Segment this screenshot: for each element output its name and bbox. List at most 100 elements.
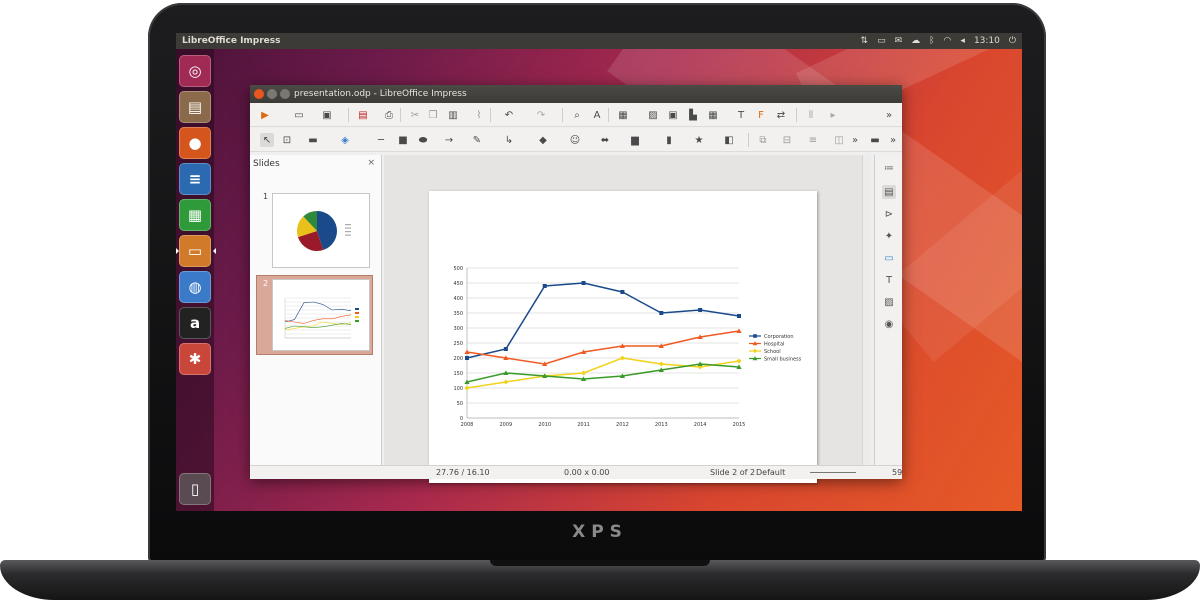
clock[interactable]: 13:10 (974, 33, 1000, 49)
fontwork-icon[interactable]: F (754, 108, 768, 122)
impress-icon[interactable]: ▭ (176, 235, 216, 267)
insert-chart-icon[interactable]: ▙ (686, 108, 700, 122)
amazon-icon[interactable]: a (179, 307, 211, 339)
properties-icon[interactable]: ≔ (882, 161, 896, 175)
wifi-icon[interactable]: ◠ (944, 33, 952, 49)
stars-icon[interactable]: ★ (692, 133, 706, 147)
slide-show-icon[interactable]: ▸ (826, 108, 840, 122)
interaction-icon[interactable]: ⦀ (804, 108, 818, 122)
sidebar-toggle-icon[interactable]: ▬ (868, 133, 882, 147)
open-icon[interactable]: ▭ (292, 108, 306, 122)
undo-icon[interactable]: ↶ (502, 108, 516, 122)
slide-transition-icon[interactable]: ⊳ (882, 207, 896, 221)
power-icon[interactable]: ⏻ (1009, 33, 1016, 49)
callouts-icon[interactable]: ▮ (662, 133, 676, 147)
print-icon[interactable]: ⎙ (382, 108, 396, 122)
cut-icon[interactable]: ✂ (408, 108, 422, 122)
paste-icon[interactable]: ▥ (446, 108, 460, 122)
insert-table-icon[interactable]: ▦ (706, 108, 720, 122)
slides-pane-close-icon[interactable]: × (367, 158, 375, 168)
toolbar-separator (400, 108, 401, 122)
line-chart[interactable]: 0501001502002503003504004505002008 2009 20… (429, 191, 817, 483)
toolbar-overflow-icon[interactable]: » (886, 133, 900, 147)
window-titlebar[interactable]: presentation.odp - LibreOffice Impress (250, 85, 902, 103)
toolbar-separator (348, 108, 349, 122)
firefox-icon[interactable]: ● (179, 127, 211, 159)
find-replace-icon[interactable]: ⌕ (570, 108, 584, 122)
line-icon[interactable]: ─ (374, 133, 388, 147)
current-slide[interactable]: 0 50 100 150 200 250 300 350 400 450 500 2008 2009 20… (429, 191, 817, 483)
basic-shapes-icon[interactable]: ◆ (536, 133, 550, 147)
slide-edit-area[interactable]: 0 50 100 150 200 250 300 350 400 450 500 2008 2009 20… (384, 155, 871, 483)
software-center-icon[interactable]: ◍ (179, 271, 211, 303)
line-color-icon[interactable]: ▬ (306, 133, 320, 147)
writer-icon[interactable]: ≡ (179, 163, 211, 195)
shadow-icon[interactable]: ◫ (832, 133, 846, 147)
maximize-window-icon[interactable] (280, 89, 290, 99)
vertical-scrollbar[interactable] (862, 155, 871, 465)
minimize-window-icon[interactable] (267, 89, 277, 99)
laptop-brand: XPS (572, 522, 628, 542)
keyboard-icon[interactable]: ▭ (877, 33, 886, 49)
trash-icon[interactable]: ▯ (179, 473, 211, 505)
copy-icon[interactable]: ❐ (426, 108, 440, 122)
arrange-icon[interactable]: ≡ (806, 133, 820, 147)
block-arrows-icon[interactable]: ⬌ (598, 133, 612, 147)
display-views-icon[interactable]: ▦ (616, 108, 630, 122)
redo-icon[interactable]: ↷ (534, 108, 548, 122)
insert-image-icon[interactable]: ▨ (646, 108, 660, 122)
slide-thumbnail-1[interactable] (272, 193, 370, 268)
ellipse-icon[interactable]: ⬬ (416, 133, 430, 147)
animation-icon[interactable]: ✦ (882, 229, 896, 243)
volume-icon[interactable]: ◂ (960, 33, 965, 49)
master-slides-icon[interactable]: ▭ (882, 251, 896, 265)
zoom-slider[interactable] (810, 472, 856, 473)
x-tick-label: 2011 (577, 422, 590, 428)
ubuntu-dash-icon[interactable]: ◎ (179, 55, 211, 87)
curves-icon[interactable]: ✎ (470, 133, 484, 147)
toolbar-overflow-icon[interactable]: » (882, 108, 896, 122)
insert-media-icon[interactable]: ▣ (666, 108, 680, 122)
hyperlink-icon[interactable]: ⇄ (774, 108, 788, 122)
lines-arrows-icon[interactable]: → (442, 133, 456, 147)
x-tick-label: 2009 (499, 422, 512, 428)
export-pdf-icon[interactable]: ▤ (356, 108, 370, 122)
symbol-shapes-icon[interactable]: ☺ (568, 133, 582, 147)
mail-icon[interactable]: ✉ (895, 33, 903, 49)
toolbar-overflow-icon[interactable]: » (848, 133, 862, 147)
save-icon[interactable]: ▣ (320, 108, 334, 122)
legend-label: Hospital (764, 342, 784, 348)
insert-textbox-icon[interactable]: T (734, 108, 748, 122)
gallery-icon[interactable]: ▨ (882, 295, 896, 309)
3d-objects-icon[interactable]: ◧ (722, 133, 736, 147)
toolbar-separator (748, 133, 749, 147)
fill-color-icon[interactable]: ◈ (338, 133, 352, 147)
y-tick-label: 100 (453, 386, 463, 392)
close-window-icon[interactable] (254, 89, 264, 99)
slide-layouts-icon[interactable]: ▤ (882, 185, 896, 199)
x-tick-label: 2015 (733, 422, 746, 428)
network-icon[interactable]: ⇅ (861, 33, 869, 49)
styles-icon[interactable]: T (882, 273, 896, 287)
zoom-pan-icon[interactable]: ⊡ (280, 133, 294, 147)
start-presentation-icon[interactable]: ▶ (258, 108, 272, 122)
clone-format-icon[interactable]: ⌇ (472, 108, 486, 122)
slide-thumbnail-2[interactable] (272, 279, 370, 351)
spelling-icon[interactable]: A (590, 108, 604, 122)
zoom-value[interactable]: 59 (892, 466, 902, 479)
navigator-icon[interactable]: ◉ (882, 317, 896, 331)
data-point (542, 284, 547, 288)
system-settings-icon[interactable]: ✱ (179, 343, 211, 375)
select-icon[interactable]: ↖ (260, 133, 274, 147)
cloud-icon[interactable]: ☁ (911, 33, 920, 49)
rectangle-icon[interactable]: ■ (396, 133, 410, 147)
align-icon[interactable]: ⊟ (780, 133, 794, 147)
bluetooth-icon[interactable]: ᛒ (929, 33, 934, 49)
pie-legend-entry (345, 227, 351, 229)
pie-legend-entry (345, 234, 351, 236)
calc-icon[interactable]: ▦ (179, 199, 211, 231)
flowchart-icon[interactable]: ▆ (628, 133, 642, 147)
connectors-icon[interactable]: ↳ (502, 133, 516, 147)
transformations-icon[interactable]: ⧉ (756, 133, 770, 147)
files-icon[interactable]: ▤ (179, 91, 211, 123)
